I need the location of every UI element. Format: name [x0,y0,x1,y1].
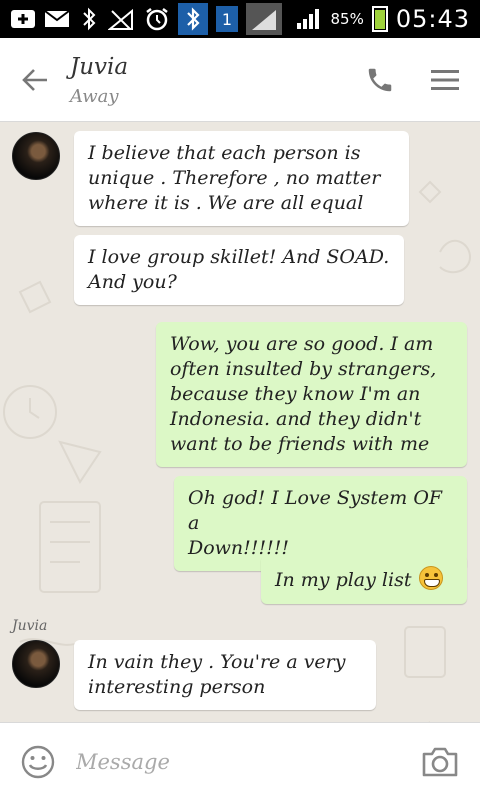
signal-bars-icon [296,6,322,32]
message-bubble-outgoing: In my play list [261,555,467,604]
emoji-icon [21,745,55,778]
alarm-icon [144,6,170,32]
contact-status: Away [70,86,119,107]
chat-area[interactable]: I believe that each person is unique . T… [0,122,480,722]
camera-icon [422,747,458,776]
back-arrow-icon [22,68,47,91]
add-icon [10,6,36,32]
message-composer [0,722,480,800]
message-bubble-outgoing: Wow, you are so good. I am often insulte… [156,322,467,467]
signal-icon [246,3,282,35]
message-bubble-incoming: In vain they . You're a very interesting… [74,640,376,710]
chat-header: Juvia Away [0,38,480,122]
grinning-face-emoji-icon [419,566,444,590]
contact-avatar[interactable] [12,132,60,180]
message-text: In my play list [275,569,412,591]
battery-icon [371,6,388,32]
back-button[interactable] [0,38,70,122]
sender-name: Juvia [12,618,48,634]
battery-percent: 85% [330,10,364,28]
call-button[interactable] [350,38,410,122]
emoji-button[interactable] [0,723,76,800]
menu-button[interactable] [410,38,480,122]
bluetooth-icon [78,6,100,32]
phone-icon [368,68,392,91]
sim-badge: 1 [216,6,238,32]
message-input[interactable] [76,741,400,782]
bluetooth-active-icon [178,3,208,35]
contact-name: Juvia [70,54,129,80]
menu-icon [431,69,459,90]
status-bar: 1 85% 05:43 [0,0,480,38]
message-bubble-incoming: I believe that each person is unique . T… [74,131,409,226]
contact-avatar[interactable] [12,640,60,688]
camera-button[interactable] [400,723,480,800]
message-bubble-incoming: I love group skillet! And SOAD. And you? [74,235,404,305]
clock: 05:43 [395,5,470,33]
mail-icon [44,6,70,32]
no-signal-icon [108,6,136,32]
contact-info[interactable]: Juvia Away [70,52,350,107]
